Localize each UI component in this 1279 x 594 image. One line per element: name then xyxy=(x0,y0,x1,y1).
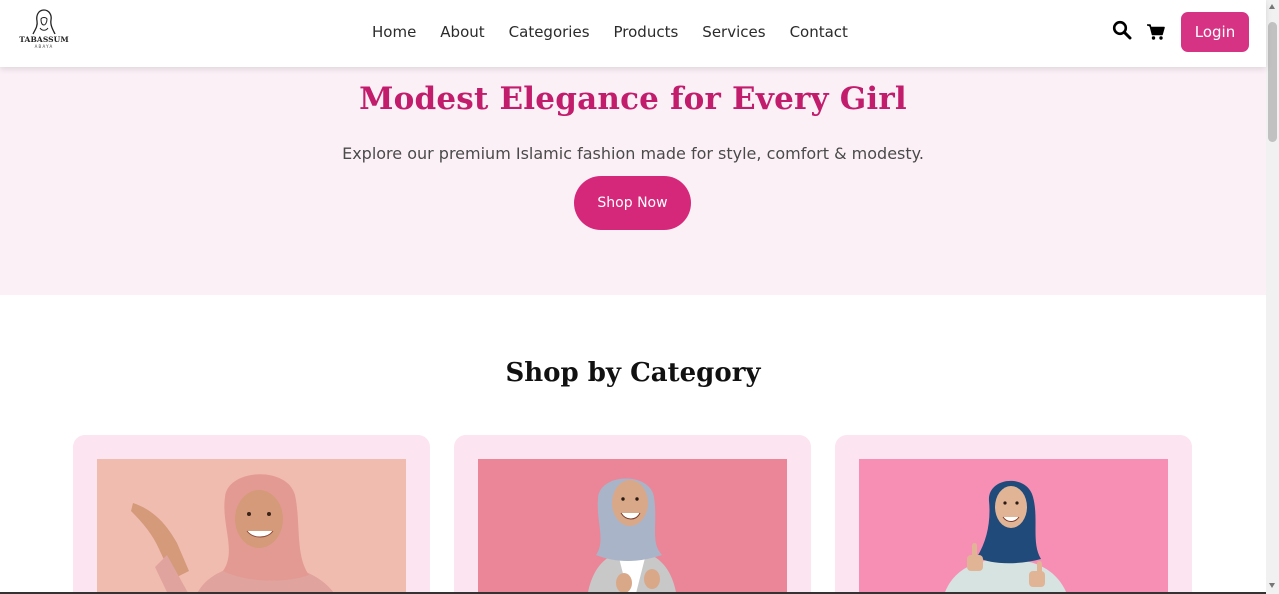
logo[interactable]: TABASSUM ABAYA xyxy=(18,8,70,56)
category-image xyxy=(859,459,1168,594)
nav-contact[interactable]: Contact xyxy=(790,23,848,42)
main-nav: Home About Categories Products Services … xyxy=(372,23,848,42)
page-scrollbar[interactable] xyxy=(1266,0,1279,594)
login-button[interactable]: Login xyxy=(1181,12,1249,52)
nav-categories[interactable]: Categories xyxy=(509,23,590,42)
category-card[interactable] xyxy=(454,435,811,594)
shop-now-button[interactable]: Shop Now xyxy=(574,176,691,230)
section-title: Shop by Category xyxy=(505,358,761,388)
category-card[interactable] xyxy=(73,435,430,594)
nav-home[interactable]: Home xyxy=(372,23,416,42)
hero-title: Modest Elegance for Every Girl xyxy=(359,81,907,117)
category-image xyxy=(97,459,406,594)
scroll-thumb[interactable] xyxy=(1268,22,1277,142)
nav-about[interactable]: About xyxy=(440,23,484,42)
search-icon[interactable] xyxy=(1112,20,1132,40)
logo-name: TABASSUM xyxy=(19,35,69,44)
logo-subtitle: ABAYA xyxy=(34,44,54,49)
hero-section: Modest Elegance for Every Girl Explore o… xyxy=(0,67,1266,295)
scroll-up-arrow-icon[interactable] xyxy=(1269,4,1275,9)
category-image xyxy=(478,459,787,594)
logo-icon xyxy=(32,9,56,35)
nav-products[interactable]: Products xyxy=(614,23,679,42)
site-header: TABASSUM ABAYA Home About Categories Pro… xyxy=(0,0,1266,67)
cart-icon[interactable] xyxy=(1146,22,1166,42)
category-card[interactable] xyxy=(835,435,1192,594)
hero-subtitle: Explore our premium Islamic fashion made… xyxy=(342,144,924,163)
nav-services[interactable]: Services xyxy=(702,23,765,42)
scroll-down-arrow-icon[interactable] xyxy=(1269,583,1275,588)
